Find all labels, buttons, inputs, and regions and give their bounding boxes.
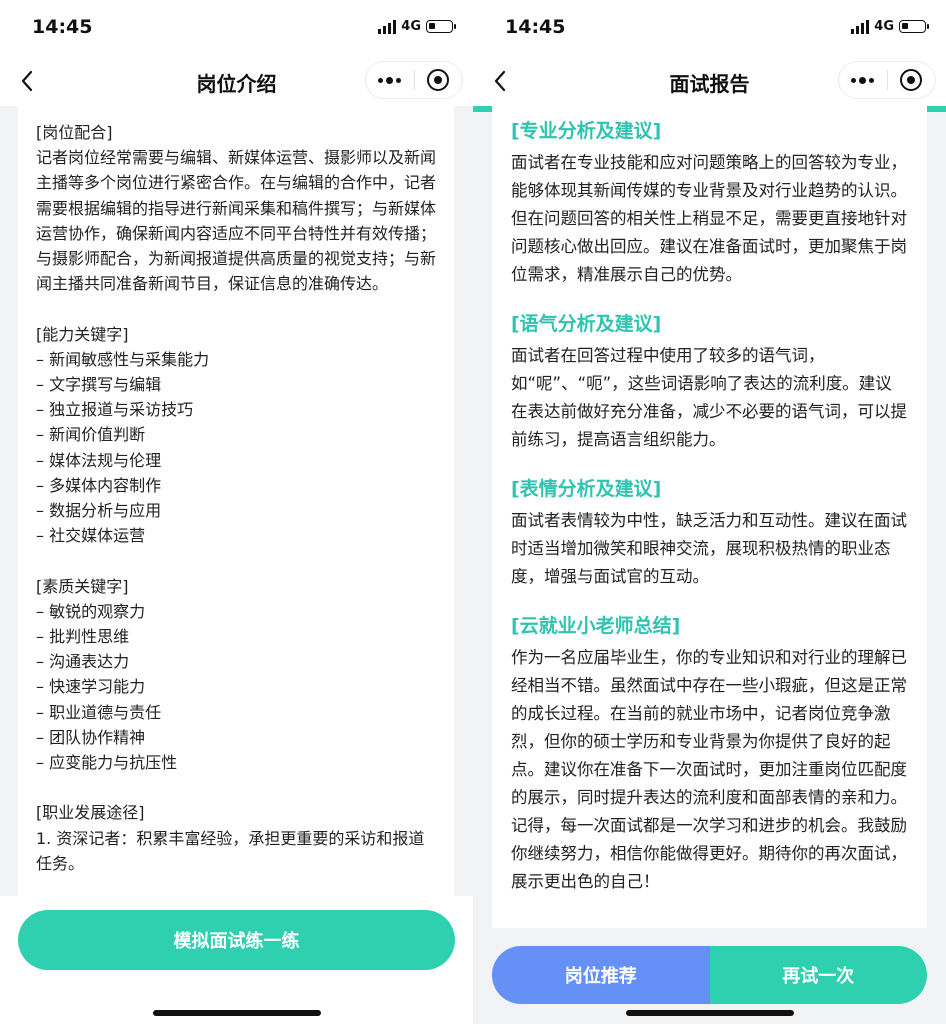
target-icon (900, 69, 923, 91)
list-item: – 社交媒体运营 (36, 526, 146, 546)
paragraph: [能力关键字] (36, 324, 129, 344)
back-icon[interactable] (16, 69, 38, 93)
bottom-action-bar: 模拟面试练一练 (0, 896, 473, 1024)
signal-icon (378, 19, 397, 34)
job-description-card: [岗位配合] 记者岗位经常需要与编辑、新媒体运营、摄影师以及新闻主播等多个岗位进… (18, 106, 454, 896)
list-item: – 团队协作精神 (36, 727, 146, 747)
paragraph: 1. 资深记者：积累丰富经验，承担更重要的采访和报道任务。 (36, 828, 425, 873)
more-dots-icon (378, 76, 402, 84)
section-title: [专业分析及建议] (511, 120, 662, 142)
miniprogram-capsule (365, 61, 463, 99)
job-intro-screen: 14:45 4G 岗位介绍 [岗位配合] 记者岗位经常需要与编辑、新媒体运营、摄… (0, 0, 473, 1024)
list-item: – 应变能力与抗压性 (36, 753, 178, 773)
paragraph: [岗位配合] (36, 123, 113, 142)
more-button[interactable] (839, 62, 887, 98)
close-miniprogram-button[interactable] (415, 62, 463, 98)
report-section: [表情分析及建议] 面试者表情较为中性，缺乏活力和互动性。建议在面试时适当增加微… (511, 476, 908, 591)
interview-report-screen: 14:45 4G 面试报告 [专业分析及建议] 面试者在专业技能和应对问题策略上… (473, 0, 946, 1024)
section-title: [语气分析及建议] (511, 313, 662, 335)
network-type: 4G (401, 19, 421, 34)
retry-interview-button[interactable]: 再试一次 (709, 946, 927, 1004)
system-indicators: 4G (851, 19, 929, 34)
target-icon (427, 69, 450, 91)
action-button-group: 岗位推荐 再试一次 (492, 946, 927, 1004)
list-item: – 敏锐的观察力 (36, 601, 146, 621)
list-item: – 新闻敏感性与采集能力 (36, 349, 210, 369)
miniprogram-capsule (838, 61, 936, 99)
list-item: – 数据分析与应用 (36, 501, 162, 521)
more-dots-icon (851, 76, 875, 84)
report-section: [语气分析及建议] 面试者在回答过程中使用了较多的语气词，如“呢”、“呃”，这些… (511, 311, 908, 454)
list-item: – 快速学习能力 (36, 677, 146, 697)
list-item: – 文字撰写与编辑 (36, 375, 162, 395)
section-body: 面试者表情较为中性，缺乏活力和互动性。建议在面试时适当增加微笑和眼神交流，展现积… (511, 511, 907, 586)
job-recommend-button[interactable]: 岗位推荐 (492, 946, 710, 1004)
status-time: 14:45 (505, 16, 566, 38)
more-button[interactable] (366, 62, 414, 98)
battery-icon (899, 20, 929, 33)
list-item: – 批判性思维 (36, 627, 130, 647)
section-body: 作为一名应届毕业生，你的专业知识和对行业的理解已经相当不错。虽然面试中存在一些小… (511, 648, 907, 891)
home-indicator (152, 1010, 321, 1016)
status-time: 14:45 (32, 16, 93, 38)
section-title: [云就业小老师总结] (511, 615, 681, 637)
section-body: 面试者在回答过程中使用了较多的语气词，如“呢”、“呃”，这些词语影响了表达的流利… (511, 346, 907, 449)
list-item: – 多媒体内容制作 (36, 475, 162, 495)
network-type: 4G (874, 19, 894, 34)
nav-bar: 岗位介绍 (0, 56, 473, 106)
nav-bar: 面试报告 (473, 56, 946, 106)
system-indicators: 4G (378, 19, 456, 34)
list-item: – 独立报道与采访技巧 (36, 400, 194, 420)
section-body: 面试者在专业技能和应对问题策略上的回答较为专业，能够体现其新闻传媒的专业背景及对… (511, 153, 907, 284)
home-indicator (625, 1010, 794, 1016)
paragraph: [职业发展途径] (36, 803, 145, 823)
report-section: [云就业小老师总结] 作为一名应届毕业生，你的专业知识和对行业的理解已经相当不错… (511, 613, 908, 896)
report-section: [专业分析及建议] 面试者在专业技能和应对问题策略上的回答较为专业，能够体现其新… (511, 118, 908, 289)
list-item: – 媒体法规与伦理 (36, 450, 162, 470)
paragraph: [素质关键字] (36, 576, 129, 596)
signal-icon (851, 19, 870, 34)
bottom-action-bar: 岗位推荐 再试一次 (473, 928, 946, 1024)
list-item: – 沟通表达力 (36, 652, 130, 672)
practice-interview-button[interactable]: 模拟面试练一练 (18, 910, 455, 970)
list-item: – 新闻价值判断 (36, 425, 146, 445)
status-bar: 14:45 4G (473, 0, 946, 56)
paragraph: 记者岗位经常需要与编辑、新媒体运营、摄影师以及新闻主播等多个岗位进行紧密合作。在… (36, 148, 437, 294)
back-icon[interactable] (489, 69, 511, 93)
status-bar: 14:45 4G (0, 0, 473, 56)
section-title: [表情分析及建议] (511, 478, 662, 500)
list-item: – 职业道德与责任 (36, 702, 162, 722)
battery-icon (426, 20, 456, 33)
screenshot-stage: 14:45 4G 岗位介绍 [岗位配合] 记者岗位经常需要与编辑、新媒体运营、摄… (0, 0, 946, 1024)
close-miniprogram-button[interactable] (888, 62, 936, 98)
report-card: [专业分析及建议] 面试者在专业技能和应对问题策略上的回答较为专业，能够体现其新… (492, 106, 927, 928)
